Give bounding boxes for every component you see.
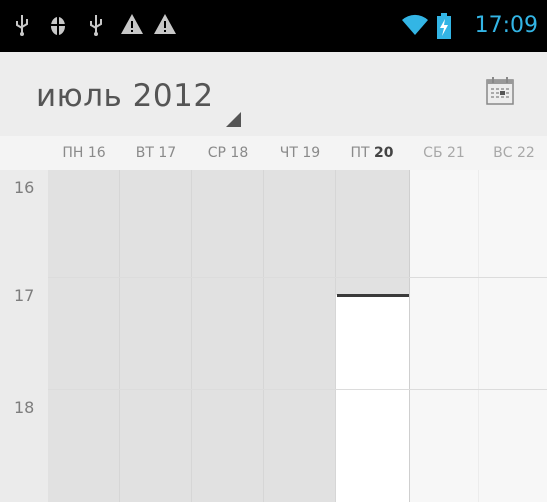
hour-line [48, 389, 547, 390]
usb-icon [84, 13, 108, 39]
day-column-thu[interactable] [264, 170, 335, 502]
hour-line [48, 277, 547, 278]
day-header-thu[interactable]: ЧТ 19 [264, 143, 336, 163]
hour-label-17: 17 [14, 286, 35, 305]
column-divider [191, 170, 192, 502]
column-divider [119, 170, 120, 502]
day-column-wed[interactable] [192, 170, 263, 502]
warning-icon [152, 13, 178, 39]
day-header-fri-today[interactable]: ПТ 20 [336, 143, 408, 163]
column-divider [263, 170, 264, 502]
today-button[interactable] [485, 76, 515, 106]
day-header-sat[interactable]: СБ 21 [408, 143, 480, 163]
calendar-today-icon [486, 77, 514, 105]
status-time: 17:09 [474, 13, 538, 38]
android-debug-icon [46, 13, 70, 39]
day-column-tue[interactable] [120, 170, 191, 502]
current-time-line [337, 294, 409, 297]
week-grid[interactable]: 16 17 18 [0, 170, 547, 502]
week-day-header: ПН 16 ВТ 17 СР 18 ЧТ 19 ПТ 20 СБ 21 ВС 2… [0, 136, 547, 170]
wifi-icon [400, 13, 430, 39]
day-header-wed[interactable]: СР 18 [192, 143, 264, 163]
day-column-fri[interactable] [336, 170, 409, 502]
hour-gutter [0, 170, 48, 502]
action-bar: июль 2012 [0, 52, 547, 136]
day-column-sun[interactable] [479, 170, 547, 502]
battery-charging-icon [436, 13, 452, 39]
column-divider [335, 170, 336, 502]
usb-icon [10, 13, 34, 39]
day-header-fri-weekday: ПТ [350, 145, 370, 161]
hour-label-18: 18 [14, 398, 35, 417]
day-header-sun[interactable]: ВС 22 [478, 143, 547, 163]
column-divider [409, 170, 410, 502]
day-header-fri-date: 20 [374, 145, 394, 161]
warning-icon [119, 13, 145, 39]
today-future-area [336, 295, 409, 502]
month-title: июль 2012 [36, 78, 214, 114]
day-header-mon[interactable]: ПН 16 [48, 143, 120, 163]
spinner-triangle-icon [226, 112, 241, 127]
day-header-tue[interactable]: ВТ 17 [120, 143, 192, 163]
hour-label-16: 16 [14, 178, 35, 197]
column-divider [478, 170, 479, 502]
month-spinner[interactable]: июль 2012 [0, 52, 250, 136]
status-bar: 17:09 [0, 0, 547, 52]
day-column-sat[interactable] [410, 170, 478, 502]
day-column-mon[interactable] [48, 170, 119, 502]
